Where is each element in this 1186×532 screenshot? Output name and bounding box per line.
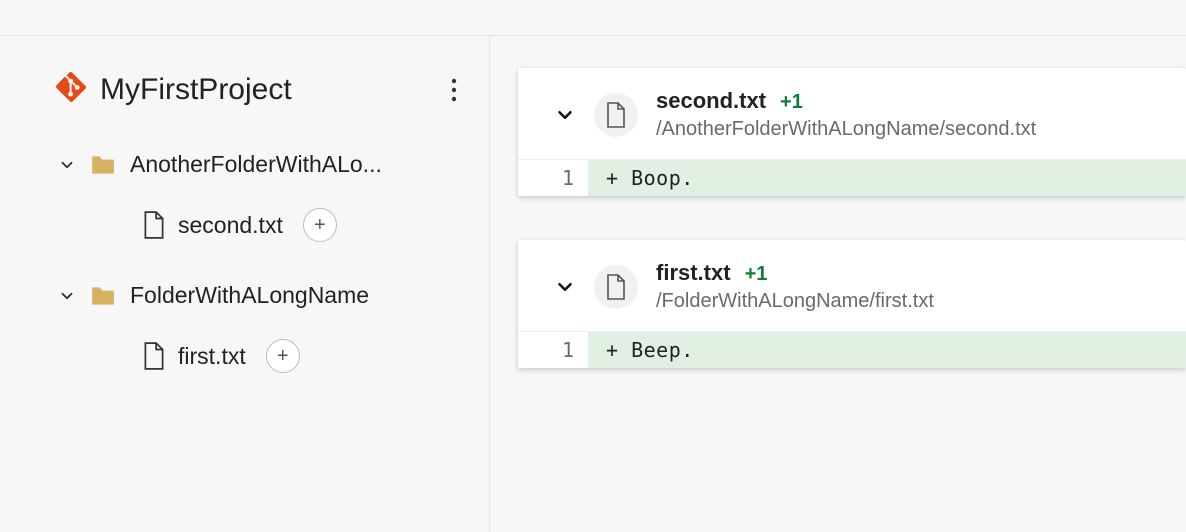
add-file-button[interactable]: + [303, 208, 337, 242]
added-code-line: + Boop. [588, 159, 1186, 196]
file-icon [142, 211, 166, 239]
line-number-gutter: 1 [518, 159, 588, 196]
more-menu-button[interactable] [439, 78, 469, 102]
added-code-line: + Beep. [588, 331, 1186, 368]
diff-body: 1 + Boop. [518, 159, 1186, 196]
diff-card: first.txt +1 /FolderWithALongName/first.… [518, 240, 1186, 368]
project-header: MyFirstProject [56, 72, 469, 107]
collapse-diff-button[interactable] [554, 276, 576, 298]
chevron-down-icon [56, 156, 78, 174]
folder-icon [90, 154, 118, 176]
diff-card-header: second.txt +1 /AnotherFolderWithALongNam… [518, 68, 1186, 159]
add-file-button[interactable]: + [266, 339, 300, 373]
top-toolbar-strip [0, 0, 1186, 36]
diff-filename: first.txt [656, 260, 731, 286]
git-icon [56, 72, 86, 107]
tree-folder-row[interactable]: AnotherFolderWithALo... [56, 151, 469, 178]
diff-header-text: second.txt +1 /AnotherFolderWithALongNam… [656, 88, 1036, 141]
diff-card-header: first.txt +1 /FolderWithALongName/first.… [518, 240, 1186, 331]
diff-content-area: second.txt +1 /AnotherFolderWithALongNam… [490, 36, 1186, 532]
file-tree-sidebar: MyFirstProject AnotherFolderWithALo... s… [0, 36, 490, 532]
tree-folder-label: FolderWithALongName [130, 282, 369, 309]
diff-card: second.txt +1 /AnotherFolderWithALongNam… [518, 68, 1186, 196]
diff-filename: second.txt [656, 88, 766, 114]
diff-delta-badge: +1 [780, 91, 803, 114]
collapse-diff-button[interactable] [554, 104, 576, 126]
diff-delta-badge: +1 [745, 263, 768, 286]
tree-file-row[interactable]: first.txt + [56, 339, 469, 373]
chevron-down-icon [56, 287, 78, 305]
diff-body: 1 + Beep. [518, 331, 1186, 368]
diff-filepath: /AnotherFolderWithALongName/second.txt [656, 118, 1036, 141]
tree-file-label: first.txt [178, 343, 246, 370]
folder-icon [90, 285, 118, 307]
file-icon [594, 265, 638, 309]
line-number-gutter: 1 [518, 331, 588, 368]
file-icon [594, 93, 638, 137]
project-title: MyFirstProject [100, 73, 425, 107]
diff-header-text: first.txt +1 /FolderWithALongName/first.… [656, 260, 934, 313]
main-split: MyFirstProject AnotherFolderWithALo... s… [0, 36, 1186, 532]
file-icon [142, 342, 166, 370]
tree-folder-row[interactable]: FolderWithALongName [56, 282, 469, 309]
tree-file-row[interactable]: second.txt + [56, 208, 469, 242]
tree-file-label: second.txt [178, 212, 283, 239]
tree-folder-label: AnotherFolderWithALo... [130, 151, 382, 178]
diff-filepath: /FolderWithALongName/first.txt [656, 290, 934, 313]
